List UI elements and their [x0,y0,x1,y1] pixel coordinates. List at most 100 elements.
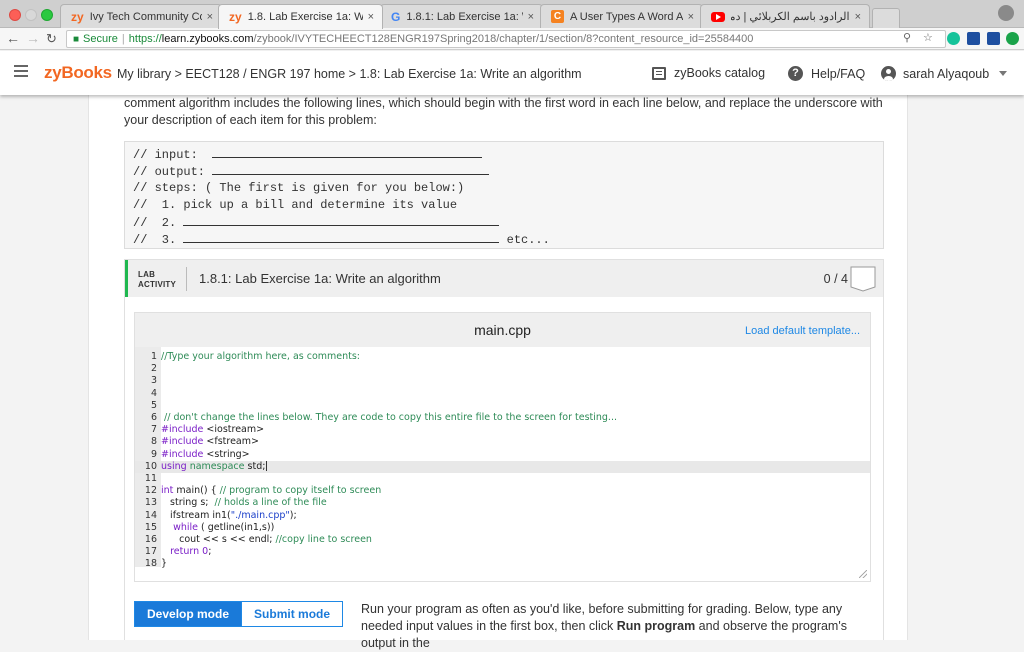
grammarly-extension-icon[interactable] [947,32,960,45]
template-line: // 3. etc... [133,231,550,247]
submit-mode-button[interactable]: Submit mode [242,601,344,627]
tab-title: Ivy Tech Community College El [89,10,202,23]
help-faq-link[interactable]: ? Help/FAQ [788,66,865,81]
zoom-magnifier-icon[interactable]: ⚲ [903,31,911,44]
lab-activity-title: 1.8.1: Lab Exercise 1a: Write an algorit… [199,271,441,286]
window-close-button[interactable] [9,9,21,21]
algorithm-template-box: // input: // output: // steps: ( The fir… [124,141,884,249]
lab-activity-tag: LAB ACTIVITY [138,270,177,289]
help-icon: ? [788,66,803,81]
blank-underline [183,231,500,243]
address-bar[interactable]: ■ Secure | https://learn.zybooks.com/zybook… [66,30,946,48]
browser-tab[interactable]: G 1.8.1: Lab Exercise 1a: Write an × [380,4,543,28]
code-line[interactable]: 13 string s; // holds a line of the file [135,497,870,509]
code-text: #include <string> [161,448,250,460]
user-menu[interactable]: sarah Alyaqoub [881,66,1008,81]
line-number: 2 [150,363,157,375]
code-line[interactable]: 17 return 0; [135,546,870,558]
code-editor-panel: main.cpp Load default template... 1 //Typ… [134,312,871,582]
browser-tab[interactable]: الرادود باسم الكربلائي | دموع الباب 🔈 × [700,4,870,28]
browser-tab-active[interactable]: zy 1.8. Lab Exercise 1a: Write an a × [218,4,383,29]
code-editor[interactable]: 1 //Type your algorithm here, as comments… [135,347,870,581]
zybooks-catalog-link[interactable]: zyBooks catalog [652,66,765,80]
line-number: 8 [150,436,157,448]
code-line[interactable]: 5 [135,400,870,412]
secure-label: Secure [83,33,118,45]
line-number: 18 [144,558,157,570]
blank-underline [212,163,490,175]
zoom-extension-icon[interactable] [967,32,980,45]
code-text: int main() { // program to copy itself t… [161,485,382,497]
profile-icon[interactable] [998,5,1014,21]
develop-mode-button[interactable]: Develop mode [134,601,243,627]
code-text: //Type your algorithm here, as comments: [161,351,361,362]
bookmark-star-icon[interactable]: ☆ [923,31,933,44]
browser-tab[interactable]: C A User Types A Word And A N × [540,4,703,28]
url-separator: | [121,33,125,45]
line-number: 14 [144,509,157,521]
tab-title: 1.8. Lab Exercise 1a: Write an a [247,11,363,23]
browser-tab[interactable]: zy Ivy Tech Community College El × [60,4,222,28]
back-arrow-icon[interactable]: ← [6,30,20,46]
window-minimize-button[interactable] [25,9,37,21]
zybooks-header: zyBooks My library > EECT128 / ENGR 197 … [0,51,1024,95]
code-line[interactable]: 1 //Type your algorithm here, as comments… [135,351,870,363]
code-line[interactable]: 2 [135,363,870,375]
tab-close-icon[interactable]: × [855,11,861,23]
code-line[interactable]: 7 #include <iostream> [135,424,870,436]
line-number: 10 [144,460,157,472]
code-line[interactable]: 12 int main() { // program to copy itself… [135,485,870,497]
tab-close-icon[interactable]: × [368,11,374,23]
window-maximize-button[interactable] [41,9,53,21]
lock-icon: ■ [73,34,80,45]
resize-handle-icon[interactable] [859,570,867,578]
upload-extension-icon[interactable] [1006,32,1019,45]
line-number: 16 [144,534,157,545]
divider [186,267,187,291]
menu-icon[interactable] [14,65,28,77]
code-line[interactable]: 9 #include <string> [135,449,870,461]
code-text: using namespace std; [161,460,268,472]
line-number: 7 [150,424,157,436]
reload-icon[interactable]: ↻ [46,31,57,47]
line-number: 3 [150,375,157,387]
youtube-icon [711,11,725,22]
code-line[interactable]: 11 [135,473,870,485]
tab-title: الرادود باسم الكربلائي | دموع الباب 🔈 [731,11,850,23]
code-line[interactable]: 14 ifstream in1("./main.cpp"); [135,510,870,522]
chevron-down-icon [999,71,1008,76]
run-instructions: Run your program as often as you'd like,… [361,602,847,650]
code-line[interactable]: 3 [135,375,870,387]
line-number: 15 [144,521,157,533]
tab-close-icon[interactable]: × [528,11,534,23]
right-margin [909,95,1024,640]
tab-close-icon[interactable]: × [207,11,213,23]
run-program-emphasis: Run program [616,619,696,633]
code-line[interactable]: 10 using namespace std; [135,460,870,473]
user-name: sarah Alyaqoub [903,66,990,81]
template-line: // 1. pick up a bill and determine its v… [133,198,458,212]
url-scheme: https:// [128,33,162,45]
code-line[interactable]: 6 // don't change the lines below. They … [135,412,870,424]
left-margin [0,95,88,640]
editor-header: main.cpp Load default template... [135,313,870,347]
code-line[interactable]: 8 #include <fstream> [135,436,870,448]
zoom-extension-icon[interactable] [987,32,1000,45]
new-tab-button[interactable] [872,8,900,28]
template-line: // output: [133,163,883,180]
code-line[interactable]: 18} [135,558,870,570]
user-avatar-icon [881,66,896,81]
code-line[interactable]: 16 cout << s << endl; //copy line to scr… [135,534,870,546]
template-line: // steps: ( The first is given for you b… [133,181,465,195]
code-text: // don't change the lines below. They ar… [161,412,617,423]
zybooks-logo[interactable]: zyBooks [44,63,112,83]
code-line[interactable]: 15 while ( getline(in1,s)) [135,522,870,534]
line-number: 5 [150,399,157,411]
breadcrumb[interactable]: My library > EECT128 / ENGR 197 home > 1… [117,67,582,81]
load-default-template-link[interactable]: Load default template... [745,325,860,337]
tab-close-icon[interactable]: × [688,11,694,23]
line-number: 9 [150,448,157,460]
forward-arrow-icon[interactable]: → [26,30,40,46]
code-line[interactable]: 4 [135,388,870,400]
zybooks-icon: zy [71,9,84,24]
